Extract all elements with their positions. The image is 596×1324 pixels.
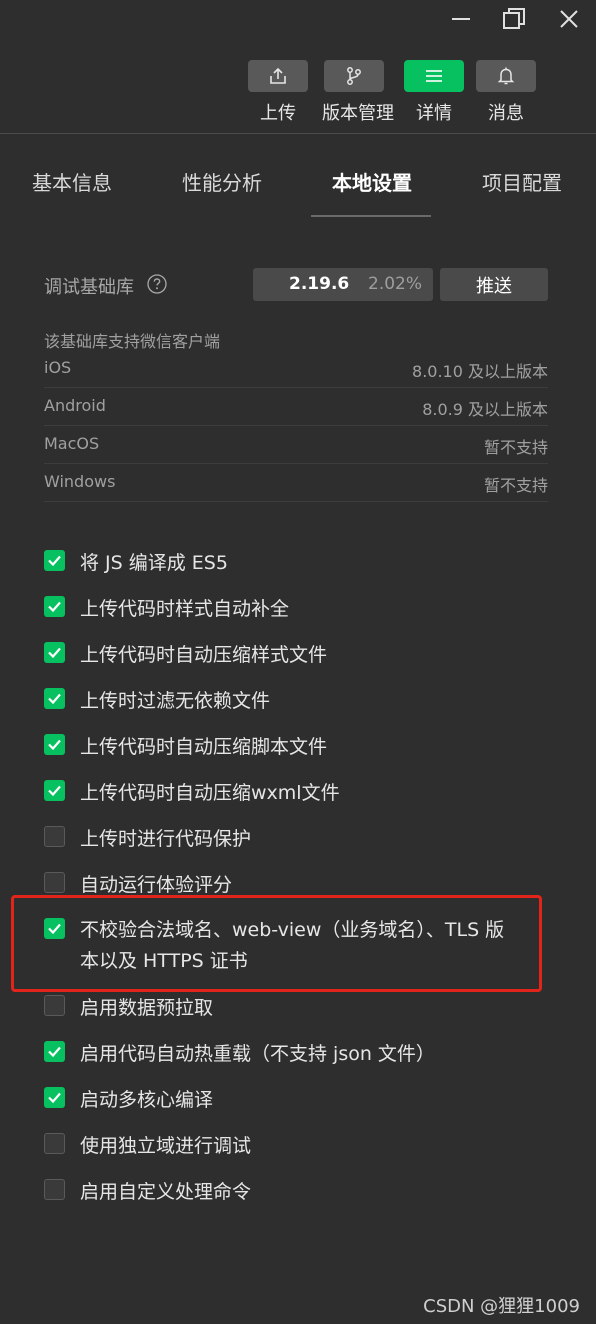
title-bar: 上传 版本管理 详情 消息 [0,0,596,134]
branch-icon [347,67,361,85]
push-button[interactable]: 推送 [440,268,548,301]
close-icon [560,10,578,28]
messages-button[interactable] [476,60,536,92]
option-label: 将 JS 编译成 ES5 [80,552,228,574]
checkbox-unchecked[interactable] [44,826,65,847]
active-tab-indicator [311,215,431,217]
support-title: 该基础库支持微信客户端 [44,332,221,351]
lib-percent: 2.02% [368,274,423,294]
upload-label: 上传 [260,103,296,124]
version-button[interactable] [324,60,384,92]
help-icon[interactable] [147,274,167,298]
option-label: 上传代码时自动压缩样式文件 [80,644,328,666]
check-icon [48,555,61,567]
details-label: 详情 [416,103,452,124]
support-version: 8.0.9 及以上版本 [422,400,548,419]
watermark: CSDN @狸狸1009 [423,1296,580,1317]
support-row: MacOS 暂不支持 [44,426,548,464]
option-label: 启用自定义处理命令 [80,1181,252,1203]
option-label: 上传代码时自动压缩wxml文件 [80,782,340,804]
check-icon [48,785,61,797]
messages-tool[interactable]: 消息 [474,60,538,125]
lib-version: 2.19.6 [289,274,350,294]
checkbox-checked[interactable] [44,1041,65,1062]
support-os: iOS [44,358,72,377]
messages-label: 消息 [488,103,524,124]
checkbox-unchecked[interactable] [44,995,65,1016]
option-label: 上传代码时自动压缩脚本文件 [80,736,328,758]
settings-tabs: 基本信息 性能分析 本地设置 项目配置 [0,155,596,217]
checkbox-unchecked[interactable] [44,1179,65,1200]
support-version: 8.0.10 及以上版本 [412,362,548,381]
details-tool[interactable]: 详情 [402,60,466,125]
check-icon [48,693,61,705]
support-row: Android 8.0.9 及以上版本 [44,388,548,426]
option-label: 启用代码自动热重载（不支持 json 文件） [80,1043,435,1065]
version-tool[interactable]: 版本管理 [322,60,394,125]
checkbox-checked[interactable] [44,1087,65,1108]
support-row: Windows 暂不支持 [44,464,548,502]
check-icon [48,647,61,659]
support-row: iOS 8.0.10 及以上版本 [44,350,548,388]
maximize-icon [503,8,525,29]
check-icon [48,739,61,751]
option-label: 上传时进行代码保护 [80,828,252,850]
option-label: 上传代码时样式自动补全 [80,598,290,620]
minimize-button[interactable] [446,6,476,32]
lib-version-select[interactable]: 2.19.6 2.02% [253,268,433,301]
support-os: Android [44,396,106,415]
minimize-icon [452,18,470,20]
details-button[interactable] [404,60,464,92]
close-button[interactable] [554,6,584,32]
checkbox-checked[interactable] [44,642,65,663]
checkbox-checked[interactable] [44,550,65,571]
support-os: MacOS [44,434,100,453]
checkbox-unchecked[interactable] [44,1133,65,1154]
menu-icon [426,70,442,82]
debug-lib-label: 调试基础库 [44,277,134,298]
check-icon [48,601,61,613]
checkbox-checked[interactable] [44,734,65,755]
support-os: Windows [44,472,116,491]
support-version: 暂不支持 [483,476,548,495]
check-icon [48,1046,61,1058]
support-version: 暂不支持 [483,438,548,457]
option-label: 上传时过滤无依赖文件 [80,690,271,712]
maximize-button[interactable] [499,6,529,32]
upload-icon [270,67,286,84]
tab-local-settings[interactable]: 本地设置 [332,167,412,196]
checkbox-unchecked[interactable] [44,872,65,893]
option-label: 启用数据预拉取 [80,997,214,1019]
tab-basic-info[interactable]: 基本信息 [32,167,112,196]
check-icon [48,1092,61,1104]
option-label: 使用独立域进行调试 [80,1135,252,1157]
bell-icon [497,67,515,85]
upload-button[interactable] [248,60,308,92]
checkbox-checked[interactable] [44,596,65,617]
highlight-box [11,895,542,992]
checkbox-checked[interactable] [44,688,65,709]
checkbox-checked[interactable] [44,780,65,801]
version-label: 版本管理 [322,103,394,124]
tab-performance[interactable]: 性能分析 [182,167,262,196]
tab-project-config[interactable]: 项目配置 [482,167,562,196]
option-label: 启动多核心编译 [80,1089,214,1111]
debug-lib-row: 调试基础库 2.19.6 2.02% 推送 [44,268,548,301]
upload-tool[interactable]: 上传 [246,60,310,125]
